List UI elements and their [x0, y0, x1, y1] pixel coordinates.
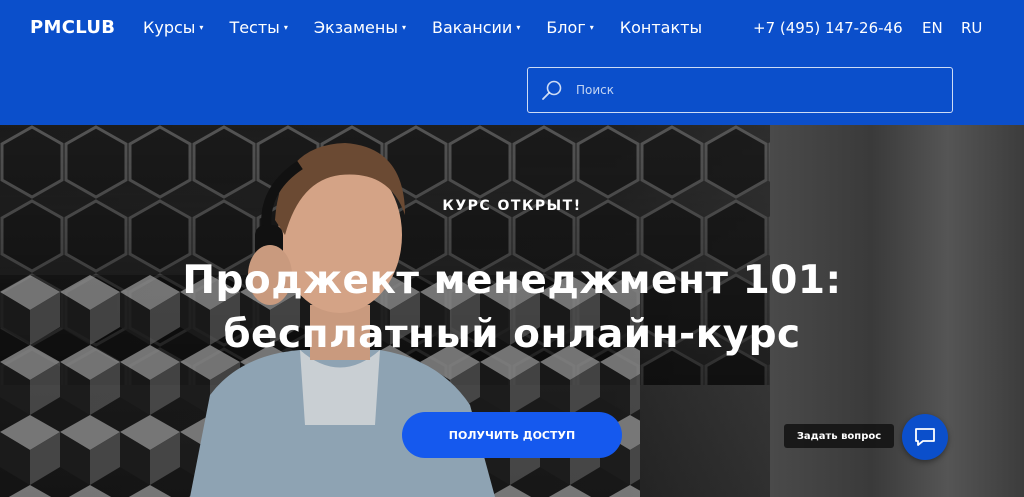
nav-item-vacancies[interactable]: Вакансии ▾: [432, 18, 520, 37]
lang-ru-link[interactable]: RU: [961, 19, 982, 37]
hero-title-line-2: бесплатный онлайн-курс: [223, 312, 801, 357]
logo[interactable]: PMCLUB: [30, 17, 115, 38]
hero-title-line-1: Проджект менеджмент 101:: [182, 258, 842, 303]
chevron-down-icon: ▾: [589, 23, 594, 32]
nav-item-label: Тесты: [229, 18, 280, 37]
hero-title: Проджект менеджмент 101: бесплатный онла…: [0, 254, 1024, 362]
ask-question-label[interactable]: Задать вопрос: [784, 424, 894, 448]
nav-item-contacts[interactable]: Контакты: [620, 18, 702, 37]
chat-bubble-icon: [915, 428, 935, 446]
main-nav: Курсы ▾ Тесты ▾ Экзамены ▾ Вакансии ▾ Бл…: [143, 18, 728, 37]
phone-link[interactable]: +7 (495) 147-26-46: [753, 19, 903, 37]
chevron-down-icon: ▾: [516, 23, 521, 32]
chat-button[interactable]: [902, 414, 948, 460]
nav-item-label: Блог: [546, 18, 586, 37]
nav-item-label: Контакты: [619, 18, 703, 37]
get-access-button[interactable]: ПОЛУЧИТЬ ДОСТУП: [402, 412, 622, 458]
chevron-down-icon: ▾: [283, 23, 288, 32]
search-icon[interactable]: [540, 78, 564, 102]
search-input[interactable]: [576, 68, 936, 112]
nav-item-blog[interactable]: Блог ▾: [546, 18, 593, 37]
site-header: PMCLUB Курсы ▾ Тесты ▾ Экзамены ▾ Ваканс…: [0, 0, 1024, 125]
nav-item-label: Экзамены: [313, 18, 398, 37]
hero-banner: КУРС ОТКРЫТ! Проджект менеджмент 101: бе…: [0, 125, 1024, 497]
nav-item-tests[interactable]: Тесты ▾: [229, 18, 287, 37]
chevron-down-icon: ▾: [401, 23, 406, 32]
search-box: [527, 67, 953, 113]
nav-item-exams[interactable]: Экзамены ▾: [314, 18, 406, 37]
hero-kicker: КУРС ОТКРЫТ!: [442, 198, 582, 214]
nav-item-label: Вакансии: [432, 18, 513, 37]
nav-item-label: Курсы: [143, 18, 196, 37]
nav-item-courses[interactable]: Курсы ▾: [143, 18, 203, 37]
lang-en-link[interactable]: EN: [922, 19, 943, 37]
chevron-down-icon: ▾: [199, 23, 204, 32]
